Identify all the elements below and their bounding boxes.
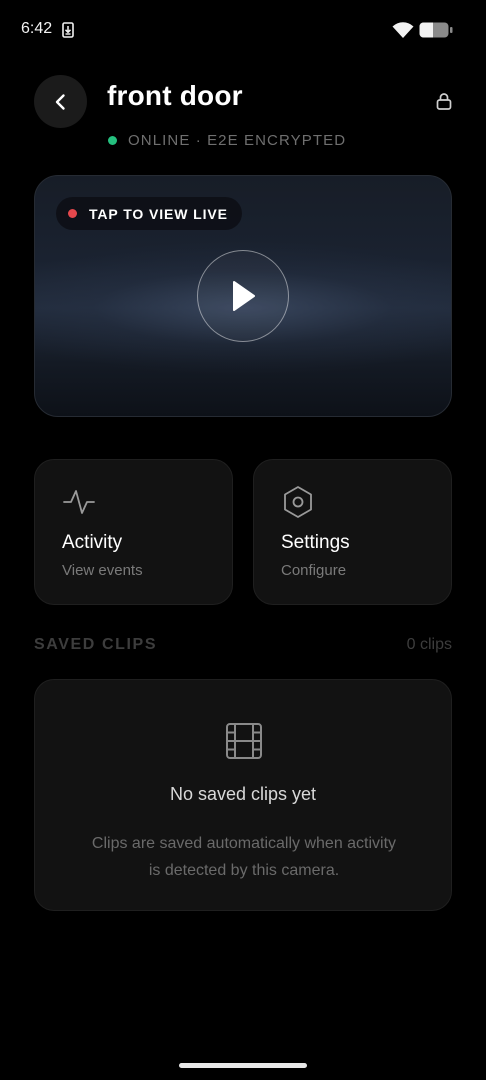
activity-subtitle: View events: [62, 562, 143, 579]
empty-clips-title: No saved clips yet: [169, 784, 317, 804]
live-view-card[interactable]: TAP TO VIEW LIVE: [34, 175, 452, 417]
live-dot: [68, 209, 77, 218]
activity-pulse-icon: [63, 490, 95, 514]
saved-clips-heading: SAVED CLIPS: [34, 636, 158, 653]
online-indicator: [108, 136, 117, 145]
gear-icon: [284, 486, 312, 518]
empty-clips-card: No saved clips yet Clips are saved autom…: [34, 679, 452, 911]
live-label: TAP TO VIEW LIVE: [89, 205, 228, 222]
home-indicator[interactable]: [179, 1063, 307, 1068]
activity-card[interactable]: Activity View events: [34, 459, 233, 605]
battery-icon: [419, 22, 453, 38]
status-time: 6:42: [21, 20, 53, 37]
play-icon: [233, 281, 255, 311]
page-title: front door: [107, 80, 243, 111]
activity-title: Activity: [62, 532, 123, 553]
settings-subtitle: Configure: [281, 562, 347, 579]
settings-title: Settings: [281, 532, 350, 553]
lock-icon[interactable]: [434, 91, 454, 111]
settings-card[interactable]: Settings Configure: [253, 459, 452, 605]
wifi-icon: [392, 22, 414, 38]
clip-count: 0 clips: [406, 636, 452, 653]
empty-clips-line-1: Clips are saved automatically when activ…: [91, 835, 397, 852]
camera-status-text: ONLINE · E2E ENCRYPTED: [128, 132, 347, 149]
film-icon: [226, 723, 262, 759]
download-icon: [62, 22, 74, 38]
camera-status: ONLINE · E2E ENCRYPTED: [108, 132, 346, 149]
live-badge: TAP TO VIEW LIVE: [56, 197, 242, 230]
empty-clips-line-2: is detected by this camera.: [148, 862, 340, 879]
chevron-left-icon: [55, 93, 65, 110]
status-bar: 6:42: [0, 0, 486, 60]
back-button[interactable]: [34, 75, 87, 128]
empty-clips-description: Clips are saved automatically when activ…: [65, 830, 423, 884]
play-button[interactable]: [197, 250, 289, 342]
